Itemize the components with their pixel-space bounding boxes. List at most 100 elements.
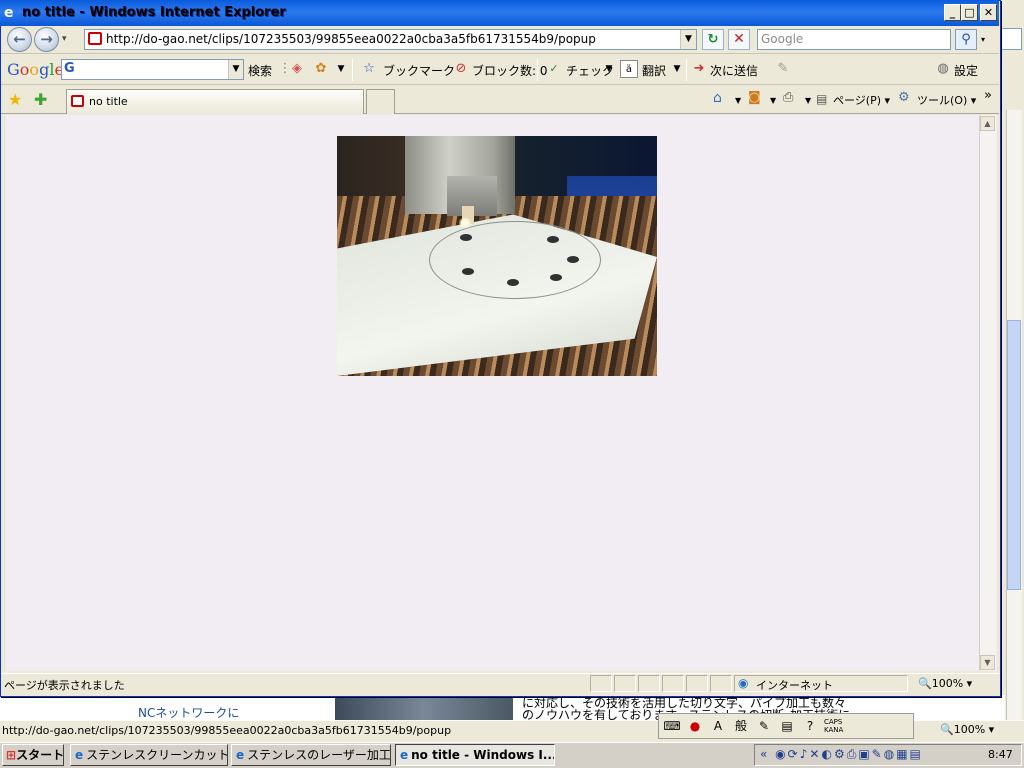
clock[interactable]: 8:47 <box>988 748 1013 761</box>
maximize-button[interactable]: □ <box>961 4 978 21</box>
cut-hole <box>567 256 579 263</box>
tool-icon[interactable]: ✎ <box>872 747 884 761</box>
page-menu[interactable]: ページ(P) ▾ <box>833 92 890 108</box>
bookmark-button[interactable]: ブックマーク <box>383 62 455 79</box>
video-player[interactable] <box>337 136 657 376</box>
monitor-icon[interactable]: ▣ <box>858 747 871 761</box>
address-url[interactable]: http://do-gao.net/clips/107235503/99855e… <box>106 32 596 46</box>
ime-logo-icon[interactable]: ● <box>686 717 704 735</box>
status-segment <box>710 675 732 692</box>
taskbar-item-label: no title - Windows I... <box>411 748 555 762</box>
print-dropdown-icon[interactable]: ▼ <box>805 96 811 105</box>
cut-hole <box>460 234 472 241</box>
toolbar-separator <box>537 59 538 81</box>
ie-logo-icon: e <box>400 748 409 762</box>
ie-logo-icon: e <box>4 5 14 21</box>
taskbar-item-active[interactable]: e no title - Windows I... <box>395 744 555 766</box>
ime-help-icon[interactable]: ? <box>801 717 819 735</box>
feeds-dropdown-icon[interactable]: ▼ <box>770 96 776 105</box>
translate-dropdown-icon[interactable]: ▼ <box>668 60 686 78</box>
caps-label: CAPS <box>824 718 843 726</box>
add-favorite-icon[interactable]: ✚ <box>34 90 47 109</box>
printer-icon[interactable]: ⎙ <box>847 747 859 761</box>
zoom-label: 100% <box>931 677 964 690</box>
tools-gear-icon: ⚙ <box>898 90 910 105</box>
new-tab-button[interactable] <box>366 89 395 114</box>
command-overflow[interactable]: » <box>984 88 992 103</box>
background-search-box[interactable] <box>1001 28 1022 50</box>
tray-icons[interactable]: « ◉⟳♪✕◐⚙⎙▣✎◍▦▤ <box>760 747 923 762</box>
settings-gear-icon: ◍ <box>937 61 949 76</box>
search-button[interactable]: ⚲ <box>955 29 977 50</box>
cut-hole <box>547 236 559 243</box>
send-to-button[interactable]: 次に送信 <box>710 62 758 79</box>
logo-letter: G <box>7 60 20 79</box>
highlighter-icon[interactable]: ✎ <box>774 60 792 78</box>
taskbar-item[interactable]: eステンレスのレーザー加工、... <box>231 744 391 766</box>
background-link[interactable]: NCネットワークに <box>138 704 239 721</box>
tools-menu[interactable]: ツール(O) ▾ <box>917 92 976 108</box>
taskbar-item[interactable]: eステンレスクリーンカットのレ... <box>70 744 228 766</box>
background-scroll-thumb[interactable] <box>1007 320 1021 590</box>
ime-pad-icon[interactable]: ✎ <box>755 717 773 735</box>
favorites-star-icon[interactable]: ★ <box>8 90 22 109</box>
background-zoom[interactable]: 🔍100% ▾ <box>940 723 994 736</box>
search-options-dropdown[interactable]: ▾ <box>977 29 989 50</box>
network-icon[interactable]: ◉ <box>775 747 787 761</box>
forward-button[interactable]: → <box>34 27 59 52</box>
window-title: no title - Windows Internet Explorer <box>22 5 286 20</box>
logo-letter: g <box>39 60 50 79</box>
bookmark-star-icon[interactable]: ☆ <box>360 60 378 78</box>
tray-expand-icon[interactable]: « <box>760 747 769 761</box>
status-segment <box>638 675 660 692</box>
popup-blocker-icon: ⊘ <box>455 61 467 76</box>
ime-tool-icon[interactable]: ▤ <box>778 717 796 735</box>
app-icon[interactable]: ▦ <box>896 747 909 761</box>
google-search-input[interactable] <box>61 59 244 80</box>
status-segment <box>614 675 636 692</box>
ime-mode-a[interactable]: A <box>709 717 727 735</box>
print-icon[interactable]: ⎙ <box>783 90 793 105</box>
vertical-scrollbar[interactable] <box>979 115 996 671</box>
minimize-button[interactable]: _ <box>944 4 961 21</box>
settings-button[interactable]: 設定 <box>954 62 978 79</box>
toolbar-separator <box>686 59 687 81</box>
globe-icon[interactable]: ◍ <box>884 747 896 761</box>
pagerank-icon[interactable]: ◈ <box>288 60 306 78</box>
scroll-down-button[interactable]: ▼ <box>980 655 995 670</box>
back-button[interactable]: ← <box>7 27 32 52</box>
display-icon[interactable]: ▤ <box>910 747 923 761</box>
security-icon[interactable]: ✕ <box>809 747 821 761</box>
close-button[interactable]: ✕ <box>980 4 997 21</box>
ime-mode-label[interactable]: 般 <box>732 717 750 735</box>
security-zone-label: インターネット <box>756 679 833 692</box>
google-logo[interactable]: Google <box>7 60 64 79</box>
tab-label[interactable]: no title <box>89 95 128 108</box>
sync-icon[interactable]: ⟳ <box>788 747 800 761</box>
globe-icon: ◉ <box>738 676 749 690</box>
scroll-up-button[interactable]: ▲ <box>980 116 995 131</box>
volume-icon[interactable]: ♪ <box>800 747 810 761</box>
windows-flag-icon: ⊞ <box>6 748 17 762</box>
google-search-button[interactable]: 検索 <box>248 62 272 79</box>
keyboard-icon[interactable]: ⌨ <box>663 717 681 735</box>
stop-button[interactable]: ✕ <box>728 29 750 50</box>
zoom-icon: 🔍 <box>940 723 954 736</box>
feeds-icon[interactable]: ◙ <box>748 90 761 105</box>
ie-logo-icon: e <box>236 748 245 762</box>
google-search-dropdown[interactable]: ▼ <box>228 60 243 79</box>
recent-pages-dropdown-icon[interactable]: ▾ <box>62 34 67 44</box>
address-dropdown-button[interactable]: ▼ <box>680 30 696 49</box>
translate-button[interactable]: 翻訳 <box>642 62 666 79</box>
gadget-dropdown-icon[interactable]: ▼ <box>332 60 350 78</box>
refresh-button[interactable]: ↻ <box>702 29 724 50</box>
home-dropdown-icon[interactable]: ▼ <box>735 96 741 105</box>
toolbar-gadget-icon[interactable]: ✿ <box>312 60 330 78</box>
search-placeholder: Google <box>761 32 804 46</box>
zoom-control[interactable]: 🔍100% ▾ <box>918 677 972 690</box>
spellcheck-dropdown-icon[interactable]: ▼ <box>600 60 618 78</box>
start-button[interactable]: ⊞スタート <box>2 744 64 766</box>
home-icon[interactable]: ⌂ <box>713 90 722 106</box>
antivirus-icon[interactable]: ◐ <box>821 747 833 761</box>
update-icon[interactable]: ⚙ <box>834 747 847 761</box>
